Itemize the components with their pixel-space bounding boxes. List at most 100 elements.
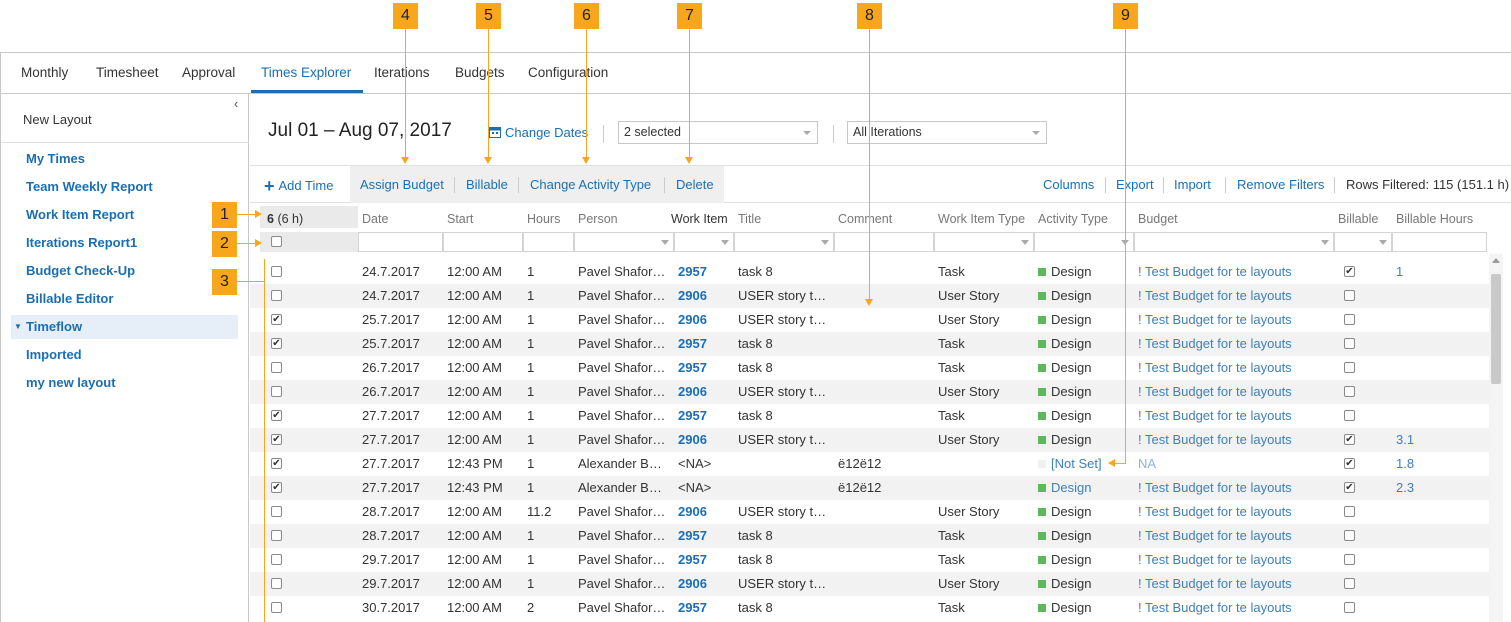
billable-checkbox[interactable] xyxy=(1344,554,1355,565)
cell-activity[interactable]: Design xyxy=(1038,552,1091,567)
filter-person[interactable] xyxy=(574,232,674,252)
remove-filters-button[interactable]: Remove Filters xyxy=(1237,177,1324,192)
cell-work-item[interactable]: 2906 xyxy=(678,504,707,519)
cell-activity[interactable]: Design xyxy=(1038,288,1091,303)
collapse-sidebar-icon[interactable]: ‹ xyxy=(234,96,238,111)
people-filter-dropdown[interactable]: 2 selected xyxy=(618,121,818,144)
billable-checkbox[interactable] xyxy=(1344,338,1355,349)
tab-budgets[interactable]: Budgets xyxy=(455,65,505,80)
cell-work-item[interactable]: 2906 xyxy=(678,432,707,447)
scroll-up-icon[interactable] xyxy=(1492,258,1500,263)
row-checkbox[interactable] xyxy=(271,602,282,613)
cell-work-item[interactable]: 2957 xyxy=(678,408,707,423)
cell-work-item[interactable]: 2906 xyxy=(678,288,707,303)
cell-work-item[interactable]: 2906 xyxy=(678,312,707,327)
table-row[interactable]: ✔ 27.7.2017 12:00 AM 1 Pavel Shafor… 2906 USER… xyxy=(250,428,1489,452)
filter-work-item-type[interactable] xyxy=(934,232,1034,252)
billable-checkbox[interactable] xyxy=(1344,578,1355,589)
cell-activity[interactable]: Design xyxy=(1038,432,1091,447)
filter-billable[interactable] xyxy=(1334,232,1392,252)
cell-activity[interactable]: Design xyxy=(1038,528,1091,543)
row-checkbox[interactable]: ✔ xyxy=(271,410,282,421)
table-row[interactable]: 26.7.2017 12:00 AM 1 Pavel Shafor… 2906 USER … xyxy=(250,380,1489,404)
cell-work-item[interactable]: 2957 xyxy=(678,552,707,567)
cell-activity[interactable]: Design xyxy=(1038,264,1091,279)
row-checkbox[interactable] xyxy=(271,290,282,301)
sidebar-item-timeflow[interactable]: ▼ Timeflow xyxy=(11,315,238,339)
cell-budget[interactable]: ! Test Budget for te layouts xyxy=(1138,600,1292,615)
cell-work-item[interactable]: 2957 xyxy=(678,336,707,351)
column-header-comment[interactable]: Comment xyxy=(838,212,892,226)
row-checkbox[interactable]: ✔ xyxy=(271,458,282,469)
cell-work-item[interactable]: 2957 xyxy=(678,360,707,375)
vertical-scrollbar[interactable] xyxy=(1489,254,1503,622)
tab-iterations[interactable]: Iterations xyxy=(374,65,430,80)
billable-checkbox[interactable] xyxy=(1344,386,1355,397)
change-activity-type-button[interactable]: Change Activity Type xyxy=(530,177,651,192)
tab-timesheet[interactable]: Timesheet xyxy=(96,65,159,80)
cell-work-item[interactable]: 2957 xyxy=(678,528,707,543)
cell-budget[interactable]: ! Test Budget for te layouts xyxy=(1138,384,1292,399)
cell-budget[interactable]: ! Test Budget for te layouts xyxy=(1138,288,1292,303)
iterations-filter-dropdown[interactable]: All Iterations xyxy=(847,121,1047,144)
cell-budget[interactable]: ! Test Budget for te layouts xyxy=(1138,408,1292,423)
table-row[interactable]: ✔ 27.7.2017 12:43 PM 1 Alexander B… <NA> ё12ё1… xyxy=(250,452,1489,476)
filter-date[interactable] xyxy=(358,232,443,252)
row-checkbox[interactable] xyxy=(271,506,282,517)
cell-work-item[interactable]: 2957 xyxy=(678,600,707,615)
cell-budget[interactable]: ! Test Budget for te layouts xyxy=(1138,528,1292,543)
sidebar-item-my-times[interactable]: My Times xyxy=(11,147,238,171)
cell-activity[interactable]: Design xyxy=(1038,408,1091,423)
row-checkbox[interactable] xyxy=(271,386,282,397)
tab-monthly[interactable]: Monthly xyxy=(21,65,68,80)
row-checkbox[interactable] xyxy=(271,578,282,589)
cell-billable-hours[interactable]: 1.8 xyxy=(1396,456,1414,471)
column-header-work-item-type[interactable]: Work Item Type xyxy=(938,212,1025,226)
assign-budget-button[interactable]: Assign Budget xyxy=(360,177,444,192)
cell-activity[interactable]: Design xyxy=(1038,480,1091,495)
delete-button[interactable]: Delete xyxy=(676,177,714,192)
billable-checkbox[interactable] xyxy=(1344,410,1355,421)
table-row[interactable]: 29.7.2017 12:00 AM 1 Pavel Shafor… 2957 task … xyxy=(250,548,1489,572)
cell-activity[interactable]: Design xyxy=(1038,384,1091,399)
cell-work-item[interactable]: 2906 xyxy=(678,576,707,591)
cell-work-item[interactable]: 2957 xyxy=(678,264,707,279)
column-header-activity-type[interactable]: Activity Type xyxy=(1038,212,1108,226)
cell-budget[interactable]: ! Test Budget for te layouts xyxy=(1138,264,1292,279)
column-header-hours[interactable]: Hours xyxy=(527,212,560,226)
billable-checkbox[interactable] xyxy=(1344,506,1355,517)
cell-budget[interactable]: ! Test Budget for te layouts xyxy=(1138,336,1292,351)
table-row[interactable]: ✔ 27.7.2017 12:43 PM 1 Alexander B… <NA> ё12ё1… xyxy=(250,476,1489,500)
billable-checkbox[interactable]: ✔ xyxy=(1344,482,1355,493)
sidebar-item-budget-check-up[interactable]: Budget Check-Up xyxy=(11,259,238,283)
billable-checkbox[interactable]: ✔ xyxy=(1344,266,1355,277)
columns-button[interactable]: Columns xyxy=(1043,177,1094,192)
cell-activity[interactable]: [Not Set] xyxy=(1038,456,1102,471)
sidebar-item-my-new-layout[interactable]: my new layout xyxy=(11,371,238,395)
column-header-billable-hours[interactable]: Billable Hours xyxy=(1396,212,1473,226)
cell-activity[interactable]: Design xyxy=(1038,336,1091,351)
billable-checkbox[interactable] xyxy=(1344,362,1355,373)
cell-budget[interactable]: ! Test Budget for te layouts xyxy=(1138,480,1292,495)
cell-activity[interactable]: Design xyxy=(1038,312,1091,327)
filter-comment[interactable] xyxy=(834,232,934,252)
scrollbar-thumb[interactable] xyxy=(1491,274,1501,384)
billable-checkbox[interactable] xyxy=(1344,290,1355,301)
billable-checkbox[interactable] xyxy=(1344,314,1355,325)
cell-activity[interactable]: Design xyxy=(1038,360,1091,375)
sidebar-item-billable-editor[interactable]: Billable Editor xyxy=(11,287,238,311)
cell-work-item[interactable]: <NA> xyxy=(678,456,711,471)
column-header-budget[interactable]: Budget xyxy=(1138,212,1178,226)
column-header-start[interactable]: Start xyxy=(447,212,473,226)
cell-activity[interactable]: Design xyxy=(1038,576,1091,591)
new-layout-link[interactable]: New Layout xyxy=(23,112,92,127)
cell-budget[interactable]: NA xyxy=(1138,456,1156,471)
tab-approval[interactable]: Approval xyxy=(182,65,235,80)
filter-start[interactable] xyxy=(443,232,523,252)
row-checkbox[interactable] xyxy=(271,530,282,541)
row-checkbox[interactable] xyxy=(271,362,282,373)
row-checkbox[interactable]: ✔ xyxy=(271,314,282,325)
tab-times-explorer[interactable]: Times Explorer xyxy=(261,65,351,80)
cell-billable-hours[interactable]: 3.1 xyxy=(1396,432,1414,447)
cell-work-item[interactable]: <NA> xyxy=(678,480,711,495)
